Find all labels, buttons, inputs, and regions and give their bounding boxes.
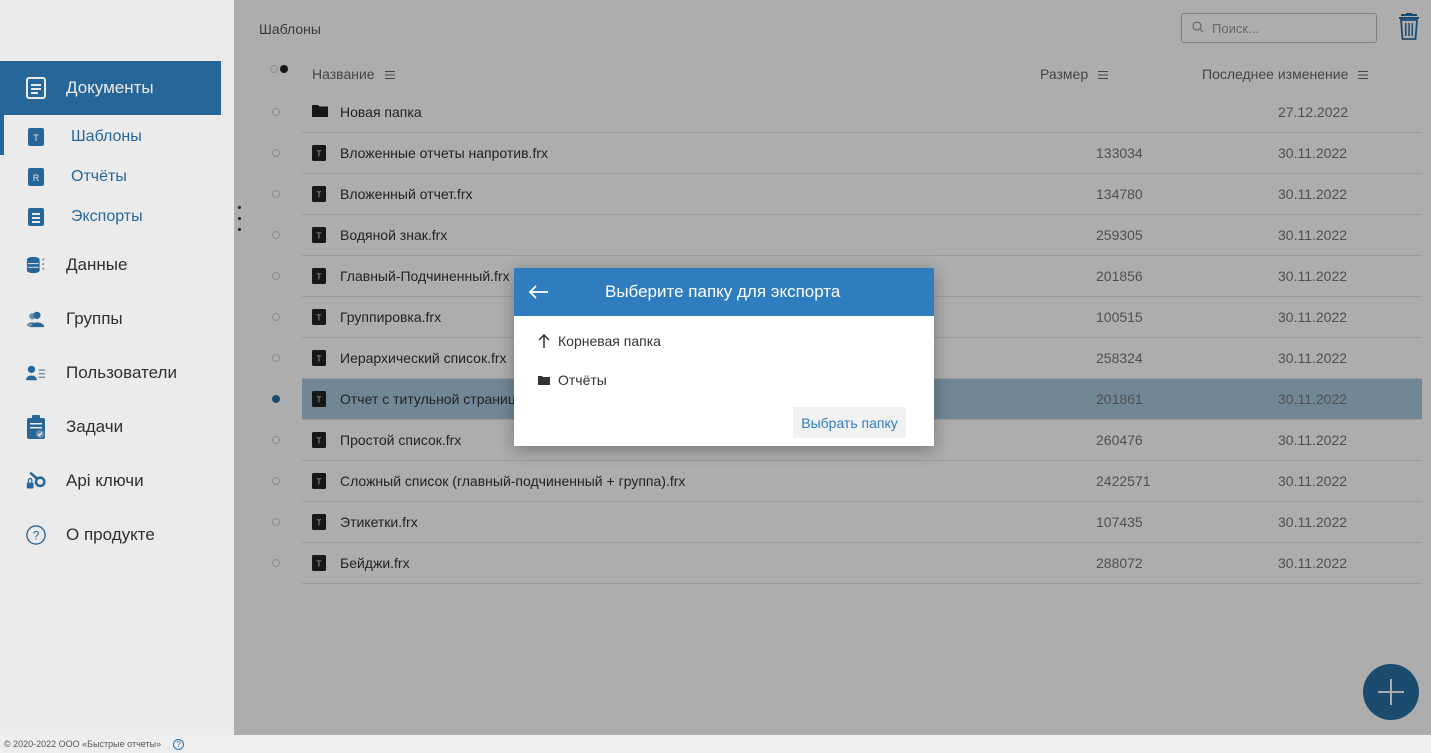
dialog-title: Выберите папку для экспорта (605, 282, 841, 301)
arrow-up-icon (538, 334, 552, 348)
folder-item-root[interactable]: Корневая папка (538, 333, 661, 349)
folder-item-label: Отчёты (558, 372, 607, 388)
arrow-left-icon[interactable] (514, 279, 564, 305)
select-folder-dialog: Выберите папку для экспорта Корневая пап… (514, 268, 934, 446)
help-icon[interactable]: ? (173, 738, 185, 750)
select-folder-button[interactable]: Выбрать папку (793, 407, 906, 438)
folder-item-reports[interactable]: Отчёты (538, 372, 607, 388)
footer: © 2020-2022 ООО «Быстрые отчеты» ? (0, 735, 1431, 753)
dialog-header: Выберите папку для экспорта (514, 268, 934, 316)
copyright-text: © 2020-2022 ООО «Быстрые отчеты» (4, 739, 162, 749)
folder-item-label: Корневая папка (558, 333, 661, 349)
modal-backdrop-sidebar (0, 0, 234, 735)
folder-icon (538, 375, 552, 385)
